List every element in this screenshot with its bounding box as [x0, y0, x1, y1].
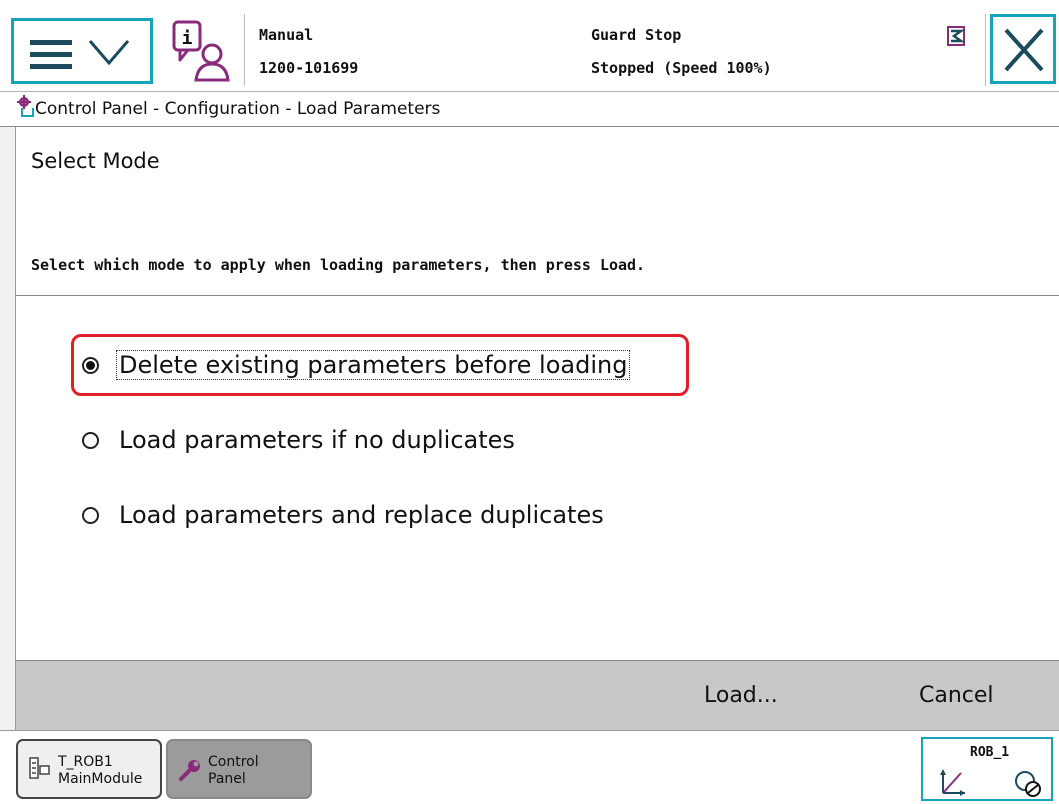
top-bar: i Manual 1200-101699 Guard Stop Stopped … — [0, 0, 1059, 92]
dialog-header: Select Mode Select which mode to apply w… — [15, 127, 1059, 296]
status-indicator-icon — [947, 26, 965, 46]
command-bar: Load... Cancel — [15, 660, 1059, 730]
page-title: Select Mode — [31, 149, 160, 173]
program-module-icon — [29, 757, 50, 779]
radio-button[interactable] — [82, 431, 99, 449]
status-area[interactable]: Manual 1200-101699 Guard Stop Stopped (S… — [244, 14, 986, 86]
info-person-icon[interactable]: i — [172, 20, 230, 82]
option-load-if-no-duplicates[interactable]: Load parameters if no duplicates — [82, 420, 517, 460]
task-name: T_ROB1 — [58, 754, 113, 770]
instruction-text: Select which mode to apply when loading … — [31, 256, 646, 274]
option-label: Load parameters if no duplicates — [119, 426, 515, 454]
control-panel-label-line1: Control — [208, 754, 259, 770]
radio-button[interactable] — [82, 506, 99, 524]
highlight-box — [71, 334, 689, 396]
task-button-control-panel[interactable]: Control Panel — [166, 739, 312, 799]
load-button[interactable]: Load... — [704, 683, 778, 708]
taskbar: T_ROB1 MainModule Control Panel ROB_1 — [0, 730, 1059, 804]
jog-robot-button[interactable]: ROB_1 — [921, 737, 1053, 801]
hamburger-menu-icon — [30, 40, 72, 76]
option-replace-duplicates[interactable]: Load parameters and replace duplicates — [82, 495, 606, 535]
main-menu-button[interactable] — [11, 18, 153, 84]
option-label: Load parameters and replace duplicates — [119, 501, 604, 529]
wrench-icon — [179, 760, 200, 781]
cancel-button[interactable]: Cancel — [919, 683, 994, 708]
controller-id: 1200-101699 — [259, 59, 359, 77]
run-state: Stopped (Speed 100%) — [591, 59, 772, 77]
chevron-down-icon — [88, 40, 130, 66]
close-x-icon — [1004, 28, 1044, 72]
close-button[interactable] — [990, 14, 1056, 84]
jog-coordinate-icon — [940, 769, 1041, 797]
operating-mode: Manual — [259, 26, 314, 44]
breadcrumb-path: Control Panel - Configuration - Load Par… — [35, 99, 441, 119]
task-button-main-module[interactable]: T_ROB1 MainModule — [16, 739, 162, 799]
control-panel-label-line2: Panel — [208, 771, 246, 787]
svg-text:i: i — [182, 28, 193, 49]
breadcrumb: Control Panel - Configuration - Load Par… — [0, 92, 1059, 127]
safety-state: Guard Stop — [591, 26, 682, 44]
module-name: MainModule — [58, 771, 143, 787]
